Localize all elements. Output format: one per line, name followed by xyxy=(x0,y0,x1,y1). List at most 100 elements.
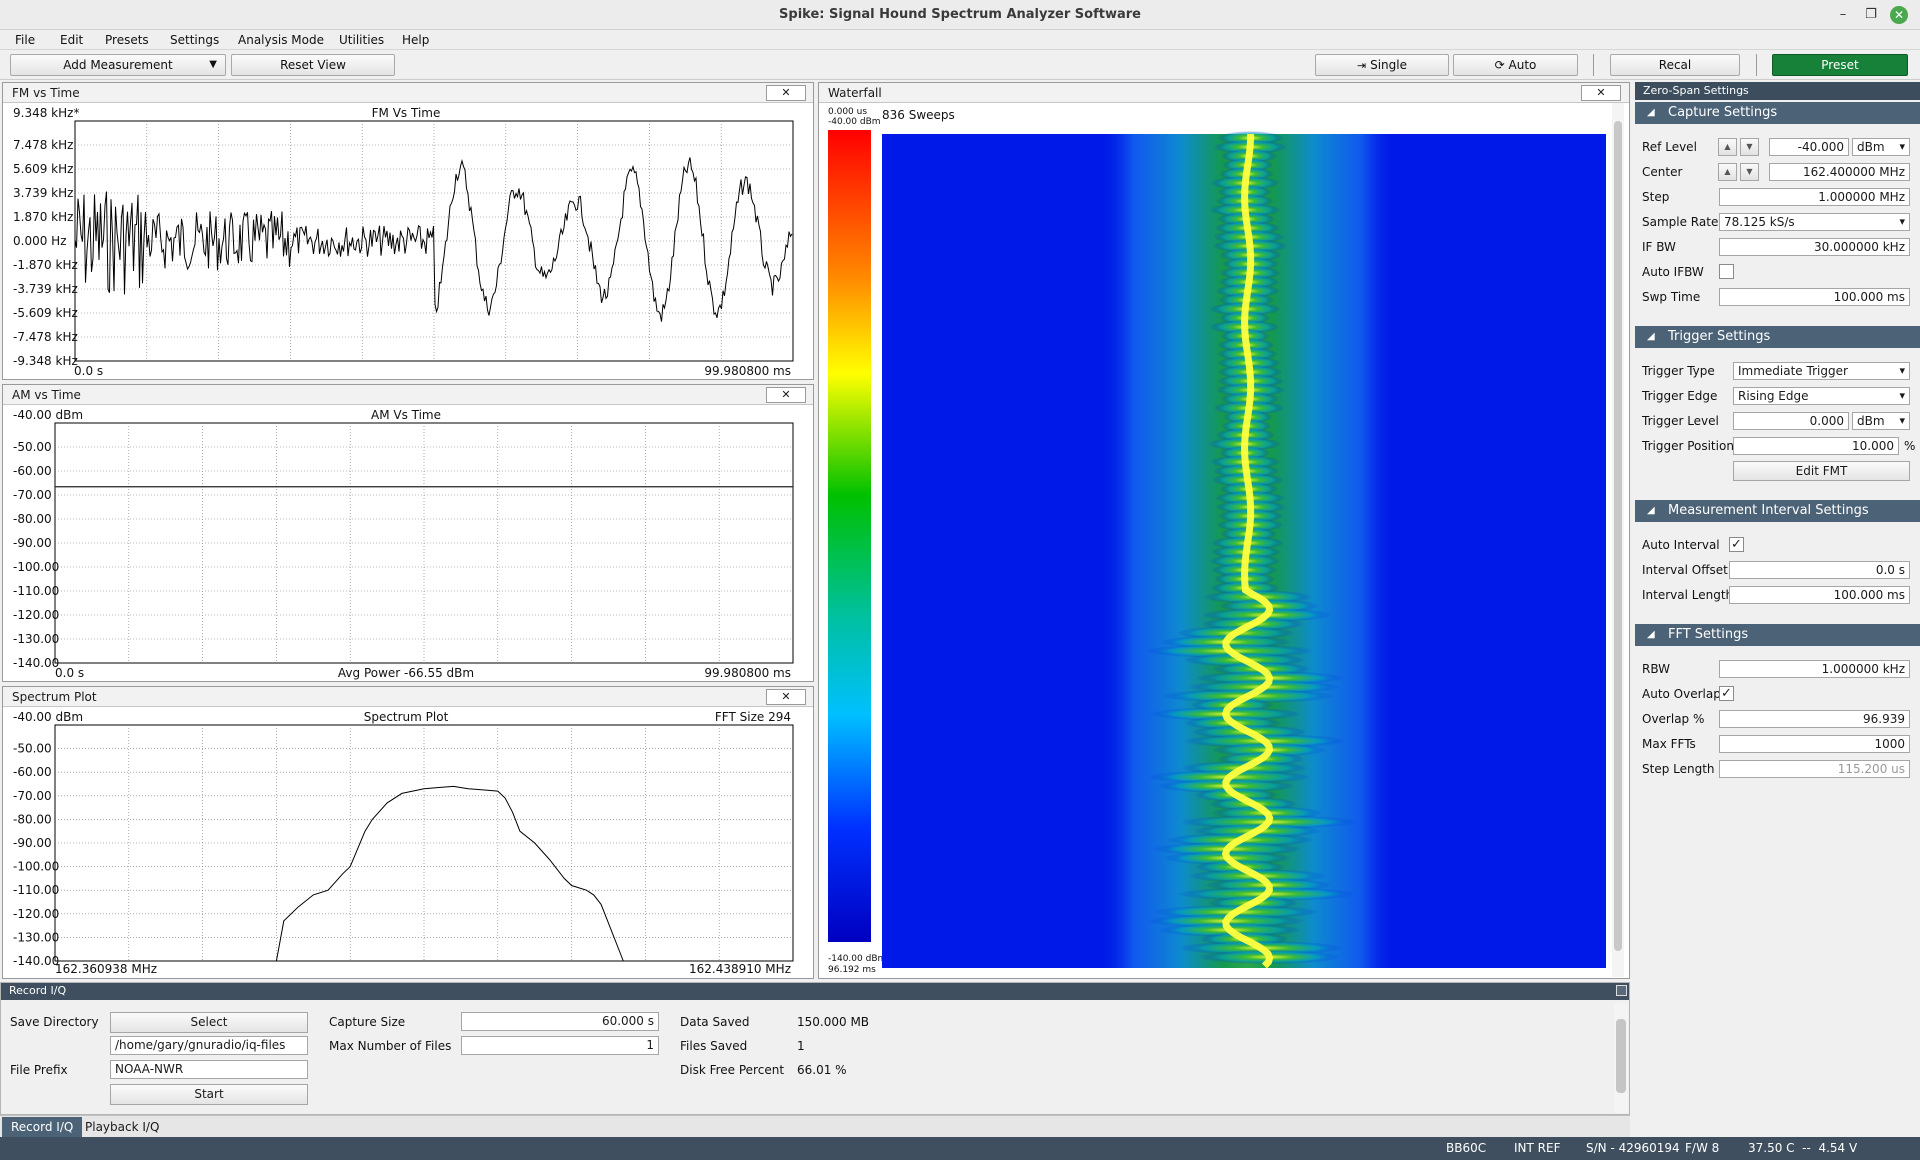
y-tick-label: -120.00 xyxy=(13,608,59,622)
start-button[interactable]: Start xyxy=(110,1084,308,1105)
max-files-input[interactable]: 1 xyxy=(461,1036,659,1055)
close-window-icon[interactable]: ✕ xyxy=(1890,6,1908,24)
disk-free-value: 66.01 % xyxy=(797,1063,847,1077)
menu-presets[interactable]: Presets xyxy=(105,33,149,47)
preset-button[interactable]: Preset xyxy=(1772,54,1908,76)
x-end-label: 162.438910 MHz xyxy=(689,962,791,976)
edit-fmt-button[interactable]: Edit FMT xyxy=(1733,461,1910,481)
increment-icon[interactable]: ▲ xyxy=(1718,163,1737,181)
record-iq-panel: Record I/Q Save Directory Select /home/g… xyxy=(0,982,1630,1115)
auto-ifbw-checkbox[interactable] xyxy=(1719,264,1734,279)
max-ffts-label: Max FFTs xyxy=(1642,737,1696,751)
waterfall-scrollbar[interactable] xyxy=(1612,103,1624,977)
y-tick-label: 0.000 Hz xyxy=(13,234,67,248)
tab-record-iq[interactable]: Record I/Q xyxy=(2,1117,83,1137)
settings-panel: Zero-Span Settings ◢ Capture Settings Re… xyxy=(1633,82,1920,1136)
menu-edit[interactable]: Edit xyxy=(60,33,83,47)
ref-unit-select[interactable]: dBm xyxy=(1852,138,1910,156)
bottom-time-label: 96.192 ms xyxy=(828,965,876,975)
ref-level-label: 9.348 kHz* xyxy=(13,106,79,120)
toolbar-divider xyxy=(1756,54,1757,76)
sweep-count: 836 Sweeps xyxy=(882,108,955,122)
reset-view-button[interactable]: Reset View xyxy=(231,54,395,76)
reference-source: INT REF xyxy=(1514,1141,1561,1155)
firmware-version: F/W 8 xyxy=(1685,1141,1720,1155)
auto-interval-checkbox[interactable]: ✓ xyxy=(1729,537,1744,552)
trigger-settings-header[interactable]: ◢ Trigger Settings xyxy=(1635,326,1920,348)
data-saved-label: Data Saved xyxy=(680,1015,750,1029)
close-icon[interactable]: ✕ xyxy=(766,689,806,705)
interval-length-input[interactable]: 100.000 ms xyxy=(1729,586,1910,604)
close-icon[interactable]: ✕ xyxy=(766,85,806,101)
ifbw-input[interactable]: 30.000000 kHz xyxy=(1719,238,1910,256)
waterfall-panel: Waterfall ✕ 0.000 us -40.00 dBm 836 Swee… xyxy=(818,82,1630,979)
auto-overlap-checkbox[interactable]: ✓ xyxy=(1719,686,1734,701)
step-length-label: Step Length xyxy=(1642,762,1715,776)
panel-header: AM vs Time ✕ xyxy=(3,385,813,405)
step-input[interactable]: 1.000000 MHz xyxy=(1719,188,1910,206)
trigger-position-input[interactable]: 10.000 xyxy=(1733,437,1899,455)
increment-icon[interactable]: ▲ xyxy=(1718,138,1737,156)
fft-settings-header[interactable]: ◢ FFT Settings xyxy=(1635,624,1920,646)
capture-settings-header[interactable]: ◢ Capture Settings xyxy=(1635,102,1920,124)
single-sweep-button[interactable]: ⇥ Single xyxy=(1315,54,1449,76)
y-tick-label: -5.609 kHz xyxy=(13,306,78,320)
auto-sweep-button[interactable]: ⟳ Auto xyxy=(1453,54,1578,76)
y-tick-label: -9.348 kHz xyxy=(13,354,78,368)
select-directory-button[interactable]: Select xyxy=(110,1012,308,1033)
single-arrow-icon: ⇥ xyxy=(1357,59,1367,72)
minimize-icon[interactable]: – xyxy=(1834,6,1852,24)
trigger-level-unit-select[interactable]: dBm xyxy=(1852,412,1910,430)
x-start-label: 0.0 s xyxy=(55,666,84,680)
interval-length-label: Interval Length xyxy=(1642,588,1734,602)
decrement-icon[interactable]: ▼ xyxy=(1740,138,1759,156)
panel-title: Spectrum Plot xyxy=(12,690,97,704)
center-input[interactable]: 162.400000 MHz xyxy=(1769,163,1910,181)
overlap-label: Overlap % xyxy=(1642,712,1705,726)
file-prefix-input[interactable]: NOAA-NWR xyxy=(110,1060,308,1079)
sample-rate-label: Sample Rate xyxy=(1642,215,1719,229)
sample-rate-select[interactable]: 78.125 kS/s xyxy=(1719,213,1910,231)
restore-icon[interactable]: ❐ xyxy=(1862,6,1880,24)
y-tick-label: -90.00 xyxy=(13,836,52,850)
add-measurement-dropdown[interactable]: Add Measurement ▼ xyxy=(10,54,226,76)
measurement-interval-header[interactable]: ◢ Measurement Interval Settings xyxy=(1635,500,1920,522)
panel-title: Waterfall xyxy=(828,86,882,100)
menu-file[interactable]: File xyxy=(15,33,35,47)
y-tick-label: 1.870 kHz xyxy=(13,210,73,224)
device-model: BB60C xyxy=(1446,1141,1487,1155)
menu-help[interactable]: Help xyxy=(402,33,429,47)
capture-size-input[interactable]: 60.000 s xyxy=(461,1012,659,1031)
plot-title: Spectrum Plot xyxy=(364,710,449,724)
overlap-input[interactable]: 96.939 xyxy=(1719,710,1910,728)
ifbw-label: IF BW xyxy=(1642,240,1676,254)
y-tick-label: 7.478 kHz xyxy=(13,138,73,152)
recal-button[interactable]: Recal xyxy=(1610,54,1740,76)
close-icon[interactable]: ✕ xyxy=(766,387,806,403)
menu-utilities[interactable]: Utilities xyxy=(339,33,384,47)
panel-header: Spectrum Plot ✕ xyxy=(3,687,813,707)
menu-analysis-mode[interactable]: Analysis Mode xyxy=(238,33,324,47)
directory-input[interactable]: /home/gary/gnuradio/iq-files xyxy=(110,1036,308,1055)
interval-offset-input[interactable]: 0.0 s xyxy=(1729,561,1910,579)
trigger-edge-label: Trigger Edge xyxy=(1642,389,1718,403)
menu-settings[interactable]: Settings xyxy=(170,33,219,47)
trigger-type-select[interactable]: Immediate Trigger xyxy=(1733,362,1910,380)
max-ffts-input[interactable]: 1000 xyxy=(1719,735,1910,753)
tab-playback-iq[interactable]: Playback I/Q xyxy=(76,1117,168,1137)
section-title: FFT Settings xyxy=(1668,627,1749,642)
section-title: Trigger Settings xyxy=(1668,329,1771,344)
trigger-edge-select[interactable]: Rising Edge xyxy=(1733,387,1910,405)
add-measurement-label: Add Measurement xyxy=(63,58,173,72)
am-vs-time-panel: AM vs Time ✕ -40.00 dBm AM Vs Time -50.0… xyxy=(2,384,814,682)
decrement-icon[interactable]: ▼ xyxy=(1740,163,1759,181)
swp-time-input[interactable]: 100.000 ms xyxy=(1719,288,1910,306)
y-tick-label: -70.00 xyxy=(13,789,52,803)
ref-level-input[interactable]: -40.000 xyxy=(1769,138,1849,156)
rbw-input[interactable]: 1.000000 kHz xyxy=(1719,660,1910,678)
trigger-level-input[interactable]: 0.000 xyxy=(1733,412,1849,430)
close-icon[interactable]: ✕ xyxy=(1581,85,1621,101)
record-iq-scrollbar[interactable] xyxy=(1614,1003,1628,1113)
ref-level-label: Ref Level xyxy=(1642,140,1697,154)
float-dock-icon[interactable] xyxy=(1616,985,1627,996)
